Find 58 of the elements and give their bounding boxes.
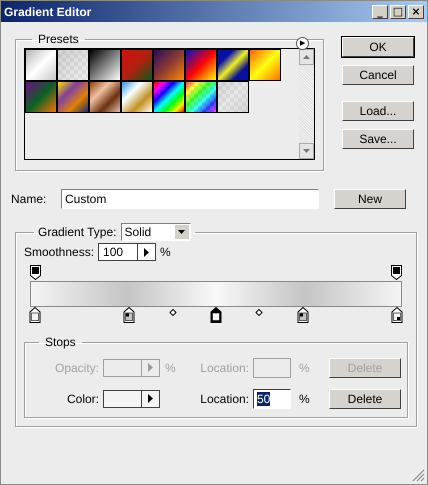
midpoint-icon[interactable] xyxy=(169,309,176,316)
preset-swatch[interactable] xyxy=(153,49,185,81)
preset-swatch[interactable] xyxy=(217,49,249,81)
smoothness-label: Smoothness: xyxy=(24,245,94,259)
window-control-button[interactable]: × xyxy=(408,4,424,18)
stop-property-label: Color: xyxy=(66,392,99,406)
color-stop-icon[interactable] xyxy=(392,307,402,323)
preset-swatch[interactable] xyxy=(185,81,217,113)
unit-label: % xyxy=(299,360,311,374)
stop-value-field[interactable] xyxy=(103,390,160,408)
gradient-type-dropdown[interactable]: Solid xyxy=(120,223,190,241)
preset-swatch[interactable] xyxy=(121,81,153,113)
color-stop-icon[interactable] xyxy=(30,307,40,323)
opacity-stop-icon[interactable] xyxy=(30,265,41,280)
window-control-button[interactable]: _ xyxy=(372,4,388,18)
preset-swatch[interactable] xyxy=(249,49,281,81)
location-field[interactable]: 50 xyxy=(253,388,291,408)
gradient-type-label: Gradient Type: xyxy=(38,225,116,239)
arrow-right-icon[interactable] xyxy=(148,394,153,403)
name-label: Name: xyxy=(11,192,48,206)
smoothness-field[interactable]: 100 xyxy=(98,243,156,261)
preset-swatch[interactable] xyxy=(25,49,57,81)
window-control-button[interactable]: □ xyxy=(390,4,406,18)
color-stop-icon[interactable] xyxy=(124,307,135,323)
scrollbar[interactable] xyxy=(299,49,314,159)
name-field[interactable]: Custom xyxy=(61,189,319,209)
preset-swatch[interactable] xyxy=(121,49,153,81)
unit-label: % xyxy=(299,392,311,406)
opacity-stop-icon[interactable] xyxy=(391,265,402,280)
dropdown-arrow-icon[interactable] xyxy=(178,230,185,234)
group-title: Presets xyxy=(37,32,80,46)
dialog-button[interactable]: Save... xyxy=(342,129,414,149)
scroll-down-icon[interactable] xyxy=(303,149,310,153)
preset-swatch[interactable] xyxy=(217,81,249,113)
percent-label: % xyxy=(160,245,171,259)
color-stop-icon[interactable] xyxy=(297,307,308,323)
dialog-button[interactable]: OK xyxy=(342,37,414,57)
preset-swatch[interactable] xyxy=(185,49,217,81)
dialog-button[interactable]: Load... xyxy=(342,101,414,121)
stop-property-label: Opacity: xyxy=(54,360,99,374)
delete-button[interactable]: Delete xyxy=(329,388,401,408)
new-button[interactable]: New xyxy=(334,189,406,209)
group-title: Stops xyxy=(44,335,77,349)
unit-label: % xyxy=(165,360,177,374)
arrow-right-icon[interactable] xyxy=(144,248,150,256)
location-label: Location: xyxy=(199,360,249,374)
dialog-button[interactable]: Cancel xyxy=(342,65,414,85)
window-title: Gradient Editor xyxy=(4,4,92,18)
preset-swatch[interactable] xyxy=(25,81,57,113)
preset-swatch[interactable] xyxy=(153,81,185,113)
preset-swatch[interactable] xyxy=(89,49,121,81)
scroll-up-icon[interactable] xyxy=(303,55,310,59)
preset-swatch[interactable] xyxy=(57,49,89,81)
preset-swatch[interactable] xyxy=(89,81,121,113)
midpoint-icon[interactable] xyxy=(256,309,263,316)
color-stop-icon[interactable] xyxy=(210,307,222,323)
location-label: Location: xyxy=(199,392,249,406)
preset-swatch[interactable] xyxy=(57,81,89,113)
